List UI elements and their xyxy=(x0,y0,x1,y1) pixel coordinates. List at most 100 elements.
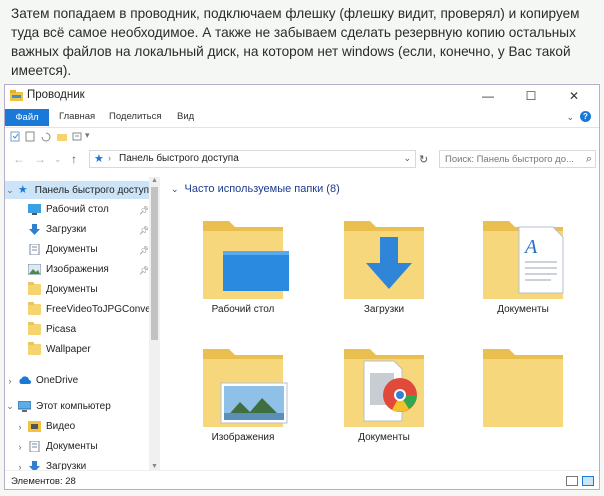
ribbon-tabs: Файл Главная Поделиться Вид ⌄ ? xyxy=(5,108,599,128)
up-icon[interactable]: ↑ xyxy=(71,152,77,166)
back-icon[interactable]: ← xyxy=(13,152,25,166)
sidebar-scrollbar[interactable]: ▲ ▼ xyxy=(149,177,160,470)
pictures-icon xyxy=(28,264,41,275)
search-icon: ⌕ xyxy=(585,153,592,165)
sidebar-item-label: Этот компьютер xyxy=(36,401,111,412)
search-placeholder: Поиск: Панель быстрого до... xyxy=(445,154,574,165)
desktop-folder-icon xyxy=(203,221,289,299)
pin-icon[interactable]: 📌︎ xyxy=(139,226,149,235)
sidebar-item-label: Документы xyxy=(46,244,98,255)
explorer-window: Проводник — ☐ ✕ Файл Главная Поделиться … xyxy=(4,84,600,490)
sidebar-item-label: Рабочий стол xyxy=(46,204,109,215)
tile-label: Загрузки xyxy=(363,304,405,315)
details-view-icon[interactable] xyxy=(566,476,578,486)
group-header[interactable]: ⌄ Часто используемые папки (8) xyxy=(171,183,340,195)
group-title: Часто используемые папки (8) xyxy=(184,183,340,195)
sidebar-item-freevideo[interactable]: FreeVideoToJPGConver xyxy=(25,302,154,315)
close-button[interactable]: ✕ xyxy=(553,85,595,107)
downloads-folder-icon xyxy=(344,221,424,299)
scrollbar-thumb[interactable] xyxy=(151,187,158,340)
minimize-icon: — xyxy=(482,89,494,103)
tile-label: Документы xyxy=(358,432,410,443)
sidebar-item-desktop[interactable]: Рабочий стол xyxy=(25,204,109,215)
help-icon[interactable]: ? xyxy=(580,111,591,122)
properties-icon[interactable] xyxy=(10,131,20,142)
pin-icon[interactable]: 📌︎ xyxy=(139,206,149,215)
sidebar-item-documents-folder[interactable]: Документы xyxy=(25,282,98,295)
chevron-right-icon[interactable]: › xyxy=(5,376,15,386)
pictures-folder-icon xyxy=(203,349,288,427)
sidebar-item-quick-access[interactable]: ⌄ ★ Панель быстрого доступ xyxy=(5,181,149,199)
pin-icon[interactable]: 📌︎ xyxy=(139,246,149,255)
sidebar-item-pc-documents[interactable]: › Документы xyxy=(15,441,98,452)
close-icon: ✕ xyxy=(568,89,580,103)
scroll-down-icon[interactable]: ▼ xyxy=(151,463,158,470)
large-icons-view-icon[interactable] xyxy=(582,476,594,486)
sidebar-item-documents[interactable]: Документы xyxy=(25,244,98,255)
folder-icon xyxy=(28,342,41,355)
sidebar-item-this-pc[interactable]: ⌄ Этот компьютер xyxy=(5,401,111,412)
videos-icon xyxy=(28,421,41,432)
address-dropdown-icon[interactable]: ⌄ xyxy=(403,153,411,164)
tab-view[interactable]: Вид xyxy=(177,111,194,122)
refresh-icon[interactable]: ↻ xyxy=(419,153,428,166)
folder-tile-documents[interactable]: A Документы xyxy=(463,207,583,315)
folder-icon xyxy=(28,322,41,335)
item-count: Элементов: 28 xyxy=(11,476,76,487)
tile-label: Рабочий стол xyxy=(211,304,275,315)
recent-locations-icon[interactable]: ⌄ xyxy=(54,154,62,165)
qat-dropdown-icon[interactable]: ▾ xyxy=(85,130,90,141)
folder-tile-desktop[interactable]: Рабочий стол xyxy=(183,207,303,315)
folder-tile-generic[interactable] xyxy=(463,335,583,432)
sidebar-item-label: Видео xyxy=(46,421,76,432)
cloud-icon xyxy=(19,376,31,384)
document-icon[interactable] xyxy=(25,131,35,142)
address-path: Панель быстрого доступа xyxy=(119,153,239,164)
sidebar-item-wallpaper[interactable]: Wallpaper xyxy=(25,342,91,355)
chevron-down-icon[interactable]: ⌄ xyxy=(171,184,179,194)
address-field[interactable]: ★ › Панель быстрого доступа ⌄ xyxy=(89,150,416,168)
new-folder-icon[interactable] xyxy=(56,131,68,142)
folder-icon xyxy=(28,302,41,315)
sidebar-item-picasa[interactable]: Picasa xyxy=(25,322,76,335)
folder-icon xyxy=(28,282,41,295)
scroll-up-icon[interactable]: ▲ xyxy=(151,177,158,184)
rename-icon[interactable] xyxy=(72,131,82,142)
chevron-right-icon[interactable]: › xyxy=(15,422,25,432)
sidebar-item-label: Загрузки xyxy=(46,461,87,470)
maximize-button[interactable]: ☐ xyxy=(510,85,552,107)
chevron-right-icon[interactable]: › xyxy=(15,442,25,452)
folder-tile-downloads[interactable]: Загрузки xyxy=(324,207,444,315)
sidebar-item-label: Панель быстрого доступ xyxy=(34,184,149,196)
search-field[interactable]: Поиск: Панель быстрого до... ⌕ xyxy=(439,150,596,168)
downloads-icon xyxy=(29,224,40,235)
sidebar-item-downloads[interactable]: Загрузки xyxy=(25,224,86,235)
content-pane: ⌄ Часто используемые папки (8) Рабочий ст… xyxy=(161,177,599,470)
sidebar-item-videos[interactable]: › Видео xyxy=(15,421,75,432)
documents-icon xyxy=(29,244,40,255)
sidebar-item-label: Документы xyxy=(46,441,98,452)
breadcrumb-separator-icon[interactable]: › xyxy=(108,153,111,163)
undo-icon[interactable] xyxy=(40,131,52,142)
sidebar-item-pictures[interactable]: Изображения xyxy=(25,264,109,275)
documents-folder-icon: A xyxy=(483,221,564,299)
forward-icon[interactable]: → xyxy=(34,152,46,166)
chevron-down-icon[interactable]: ⌄ xyxy=(5,185,15,196)
ribbon-expand-icon[interactable]: ⌄ xyxy=(566,112,574,123)
sidebar-item-label: Изображения xyxy=(46,264,109,275)
chevron-right-icon[interactable]: › xyxy=(15,462,25,471)
pin-icon[interactable]: 📌︎ xyxy=(139,266,149,275)
navigation-pane: ⌄ ★ Панель быстрого доступ Рабочий стол … xyxy=(5,177,160,470)
tab-file[interactable]: Файл xyxy=(5,109,49,126)
computer-icon xyxy=(18,401,31,412)
title-bar[interactable]: Проводник — ☐ ✕ xyxy=(5,85,599,107)
folder-tile-documents-2[interactable]: Документы xyxy=(324,335,444,443)
chevron-down-icon[interactable]: ⌄ xyxy=(5,401,15,412)
folder-tile-pictures[interactable]: Изображения xyxy=(183,335,303,443)
sidebar-item-onedrive[interactable]: › OneDrive xyxy=(5,375,79,386)
minimize-button[interactable]: — xyxy=(467,85,509,107)
tab-share[interactable]: Поделиться xyxy=(109,111,161,122)
sidebar-item-pc-downloads[interactable]: › Загрузки xyxy=(15,461,86,470)
tab-home[interactable]: Главная xyxy=(59,111,95,122)
status-bar: Элементов: 28 xyxy=(5,470,599,489)
